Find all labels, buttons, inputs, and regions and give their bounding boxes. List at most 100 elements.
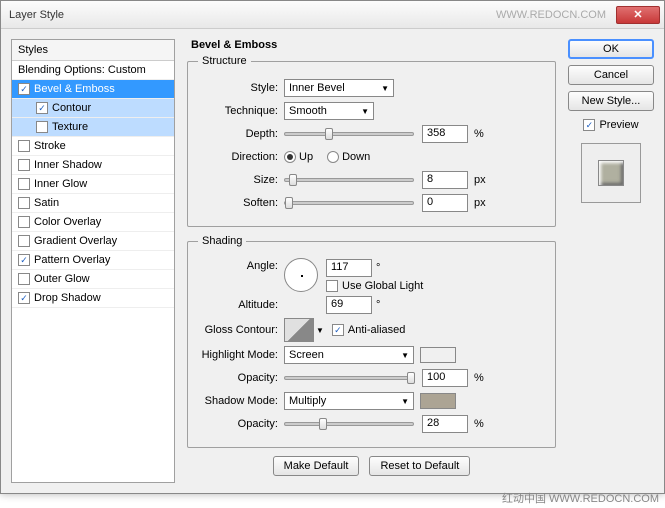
layer-style-dialog: Layer Style WWW.REDOCN.COM ✕ Styles Blen… [0,0,665,494]
style-row-color-overlay[interactable]: Color Overlay [12,213,174,232]
global-light-label: Use Global Light [342,280,423,292]
style-checkbox[interactable] [18,235,30,247]
global-light-checkbox[interactable] [326,280,338,292]
depth-slider[interactable] [284,132,414,136]
chevron-down-icon: ▼ [361,107,369,116]
gloss-contour-picker[interactable] [284,318,314,342]
style-label: Bevel & Emboss [34,83,115,95]
shading-group: Shading Angle: 117 ° [187,235,556,448]
highlight-opacity-label: Opacity: [198,372,284,384]
highlight-opacity-input[interactable]: 100 [422,369,468,387]
soften-input[interactable]: 0 [422,194,468,212]
styles-header[interactable]: Styles [12,40,174,61]
shadow-opacity-input[interactable]: 28 [422,415,468,433]
style-row-contour[interactable]: ✓ Contour [12,99,174,118]
chevron-down-icon[interactable]: ▼ [316,326,324,335]
style-row-outer-glow[interactable]: Outer Glow [12,270,174,289]
size-label: Size: [198,174,284,186]
technique-dropdown[interactable]: Smooth▼ [284,102,374,120]
style-checkbox[interactable] [18,216,30,228]
size-slider[interactable] [284,178,414,182]
style-row-inner-shadow[interactable]: Inner Shadow [12,156,174,175]
make-default-button[interactable]: Make Default [273,456,360,476]
altitude-input[interactable]: 69 [326,296,372,314]
highlight-color-swatch[interactable] [420,347,456,363]
window-title: Layer Style [9,9,496,21]
ok-button[interactable]: OK [568,39,654,59]
style-label: Outer Glow [34,273,90,285]
highlight-opacity-slider[interactable] [284,376,414,380]
style-row-pattern-overlay[interactable]: ✓ Pattern Overlay [12,251,174,270]
style-checkbox[interactable] [18,273,30,285]
style-label: Stroke [34,140,66,152]
soften-unit: px [474,197,486,209]
style-label: Satin [34,197,59,209]
style-checkbox[interactable] [36,121,48,133]
style-checkbox[interactable]: ✓ [18,83,30,95]
direction-down-radio[interactable] [327,151,339,163]
preview-label: Preview [599,119,638,131]
shadow-mode-dropdown[interactable]: Multiply▼ [284,392,414,410]
style-row-satin[interactable]: Satin [12,194,174,213]
close-button[interactable]: ✕ [616,6,660,24]
chevron-down-icon: ▼ [401,397,409,406]
style-checkbox[interactable] [18,140,30,152]
style-row-inner-glow[interactable]: Inner Glow [12,175,174,194]
chevron-down-icon: ▼ [381,84,389,93]
style-label: Gradient Overlay [34,235,117,247]
new-style-button[interactable]: New Style... [568,91,654,111]
style-row-texture[interactable]: Texture [12,118,174,137]
structure-group: Structure Style: Inner Bevel▼ Technique:… [187,55,556,227]
footer-watermark: 红动中国 WWW.REDOCN.COM [502,490,659,506]
direction-label: Direction: [198,151,284,163]
style-row-bevel-emboss[interactable]: ✓ Bevel & Emboss [12,80,174,99]
style-checkbox[interactable] [18,178,30,190]
altitude-label: Altitude: [198,299,284,311]
blending-options-row[interactable]: Blending Options: Custom [12,61,174,80]
angle-input[interactable]: 117 [326,259,372,277]
antialias-label: Anti-aliased [348,324,405,336]
depth-input[interactable]: 358 [422,125,468,143]
style-checkbox[interactable] [18,159,30,171]
style-checkbox[interactable] [18,197,30,209]
styles-list: Styles Blending Options: Custom ✓ Bevel &… [11,39,175,483]
chevron-down-icon: ▼ [401,351,409,360]
direction-up-radio[interactable] [284,151,296,163]
style-label: Contour [52,102,91,114]
dialog-actions: OK Cancel New Style... ✓ Preview [568,39,654,483]
style-row-gradient-overlay[interactable]: Gradient Overlay [12,232,174,251]
angle-dial[interactable] [284,258,318,292]
style-label: Pattern Overlay [34,254,110,266]
cancel-button[interactable]: Cancel [568,65,654,85]
shadow-mode-label: Shadow Mode: [198,395,284,407]
style-dropdown[interactable]: Inner Bevel▼ [284,79,394,97]
style-checkbox[interactable]: ✓ [18,254,30,266]
style-row-stroke[interactable]: Stroke [12,137,174,156]
style-label: Inner Glow [34,178,87,190]
soften-slider[interactable] [284,201,414,205]
style-label: Color Overlay [34,216,101,228]
highlight-mode-label: Highlight Mode: [198,349,284,361]
highlight-mode-dropdown[interactable]: Screen▼ [284,346,414,364]
shadow-color-swatch[interactable] [420,393,456,409]
preview-thumbnail [581,143,641,203]
preview-checkbox[interactable]: ✓ [583,119,595,131]
style-label: Inner Shadow [34,159,102,171]
titlebar[interactable]: Layer Style WWW.REDOCN.COM ✕ [1,1,664,29]
shading-legend: Shading [198,235,246,247]
effect-panel: Bevel & Emboss Structure Style: Inner Be… [183,39,560,483]
panel-title: Bevel & Emboss [187,39,556,51]
size-input[interactable]: 8 [422,171,468,189]
antialias-checkbox[interactable]: ✓ [332,324,344,336]
style-checkbox[interactable]: ✓ [18,292,30,304]
technique-label: Technique: [198,105,284,117]
style-label: Drop Shadow [34,292,101,304]
size-unit: px [474,174,486,186]
depth-unit: % [474,128,484,140]
reset-default-button[interactable]: Reset to Default [369,456,470,476]
shadow-opacity-label: Opacity: [198,418,284,430]
style-row-drop-shadow[interactable]: ✓ Drop Shadow [12,289,174,308]
close-icon: ✕ [633,8,642,21]
shadow-opacity-slider[interactable] [284,422,414,426]
style-checkbox[interactable]: ✓ [36,102,48,114]
